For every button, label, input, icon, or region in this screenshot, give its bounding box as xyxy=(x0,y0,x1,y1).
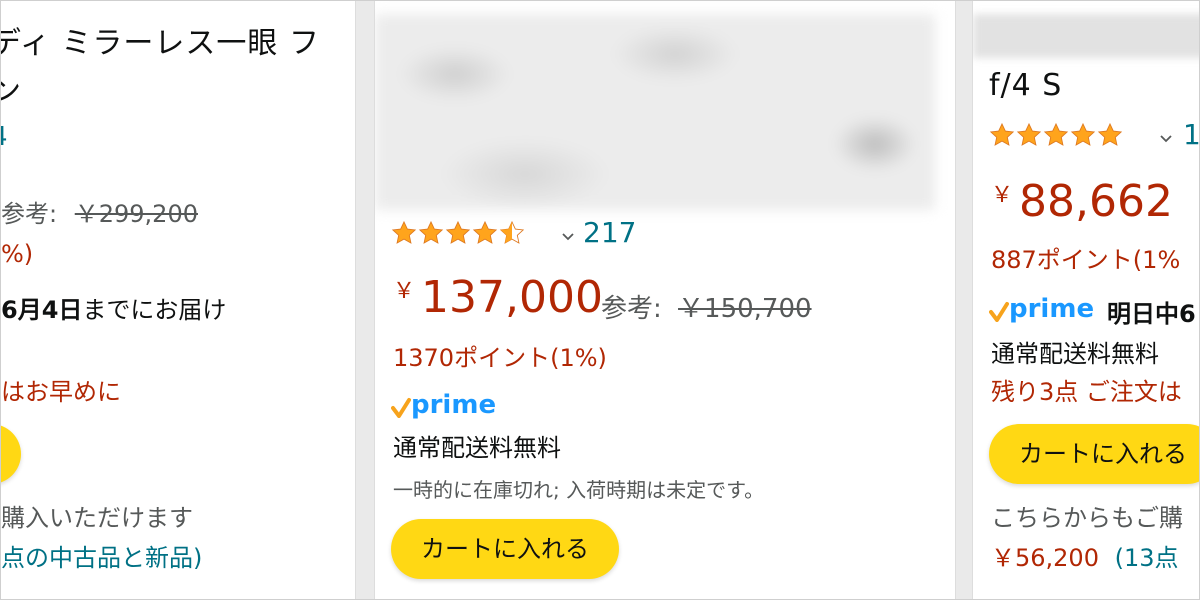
price-symbol: ￥ xyxy=(991,183,1014,208)
other-price: ￥56,200 xyxy=(991,544,1099,572)
prime-badge: prime xyxy=(391,392,496,418)
points-text: 887ポイント(1% xyxy=(991,246,1181,274)
product-title-line2[interactable]: ン xyxy=(0,66,22,110)
product-card-right: f/4 S 1 ￥ 88,662 887ポイント(1% prime 明日中6 通常… xyxy=(972,0,1200,600)
reference-label: 参考: xyxy=(601,294,662,324)
rating-count-link[interactable]: 4 xyxy=(0,122,8,152)
add-to-cart-button[interactable]: カートに入れる xyxy=(989,424,1200,484)
delivery-text: 明日中6 xyxy=(1107,300,1196,328)
reference-price-block: 参考: ￥150,700 xyxy=(601,288,812,325)
price-value: 137,000 xyxy=(421,272,603,323)
star-icon xyxy=(1016,122,1042,146)
other-offers-link[interactable]: 点の中古品と新品) xyxy=(1,538,202,573)
chevron-down-icon[interactable] xyxy=(561,232,575,242)
stock-note: はお早めに xyxy=(1,378,121,406)
prime-check-icon xyxy=(391,398,411,418)
price-symbol: ￥ xyxy=(393,279,416,304)
price-value: 88,662 xyxy=(1019,176,1173,227)
product-title[interactable]: f/4 S xyxy=(989,68,1062,103)
other-buy-text: 購入いただけます xyxy=(1,504,193,532)
delivery-text: までにお届け xyxy=(82,296,227,324)
points-text: %) xyxy=(1,240,34,268)
add-to-cart-button[interactable]: カートに入れる xyxy=(391,519,619,579)
star-icon xyxy=(472,220,498,244)
product-image-blurred[interactable] xyxy=(973,14,1200,58)
price-block: ￥ 137,000 xyxy=(393,272,603,323)
shipping-text: 通常配送料無料 xyxy=(991,340,1159,368)
reference-label: 参考: xyxy=(1,200,58,228)
price-block: ￥ 88,662 xyxy=(991,176,1173,227)
add-to-cart-button-left[interactable] xyxy=(0,424,21,484)
product-card-left: ディ ミラーレス一眼 フ ン 4 参考: ￥299,200 %) 6月4日までに… xyxy=(0,0,356,600)
star-icon xyxy=(391,220,417,244)
star-icon xyxy=(1070,122,1096,146)
rating-count-link[interactable]: 1 xyxy=(1183,118,1200,151)
star-rating[interactable] xyxy=(391,220,525,246)
delivery-date: 6月4日 xyxy=(1,296,83,324)
star-icon xyxy=(445,220,471,244)
other-buy-text: こちらからもご購 xyxy=(991,504,1183,532)
prime-label: prime xyxy=(411,390,497,420)
stock-status: 一時的に在庫切れ; 入荷時期は未定です。 xyxy=(393,478,765,502)
product-card-middle: 217 ￥ 137,000 参考: ￥150,700 1370ポイント(1%) p… xyxy=(374,0,956,600)
reference-price: ￥299,200 xyxy=(74,200,198,228)
other-offers-link[interactable]: (13点 xyxy=(1115,544,1179,572)
other-offers[interactable]: ￥56,200 (13点 xyxy=(991,538,1179,573)
prime-badge: prime xyxy=(989,296,1094,322)
points-text: 1370ポイント(1%) xyxy=(393,344,607,372)
half-star-icon xyxy=(499,220,525,244)
shipping-text: 通常配送料無料 xyxy=(393,434,561,462)
product-image-blurred[interactable] xyxy=(375,14,935,210)
prime-label: prime xyxy=(1009,294,1095,324)
star-icon xyxy=(1043,122,1069,146)
star-icon xyxy=(418,220,444,244)
star-icon xyxy=(989,122,1015,146)
prime-check-icon xyxy=(989,302,1009,322)
stock-note: 残り3点 ご注文は xyxy=(991,378,1182,406)
star-rating[interactable] xyxy=(989,122,1123,148)
rating-count-link[interactable]: 217 xyxy=(583,216,636,249)
reference-price: ￥150,700 xyxy=(678,294,812,324)
product-title-line1[interactable]: ディ ミラーレス一眼 フ xyxy=(0,18,320,62)
chevron-down-icon[interactable] xyxy=(1159,134,1173,144)
star-icon xyxy=(1097,122,1123,146)
